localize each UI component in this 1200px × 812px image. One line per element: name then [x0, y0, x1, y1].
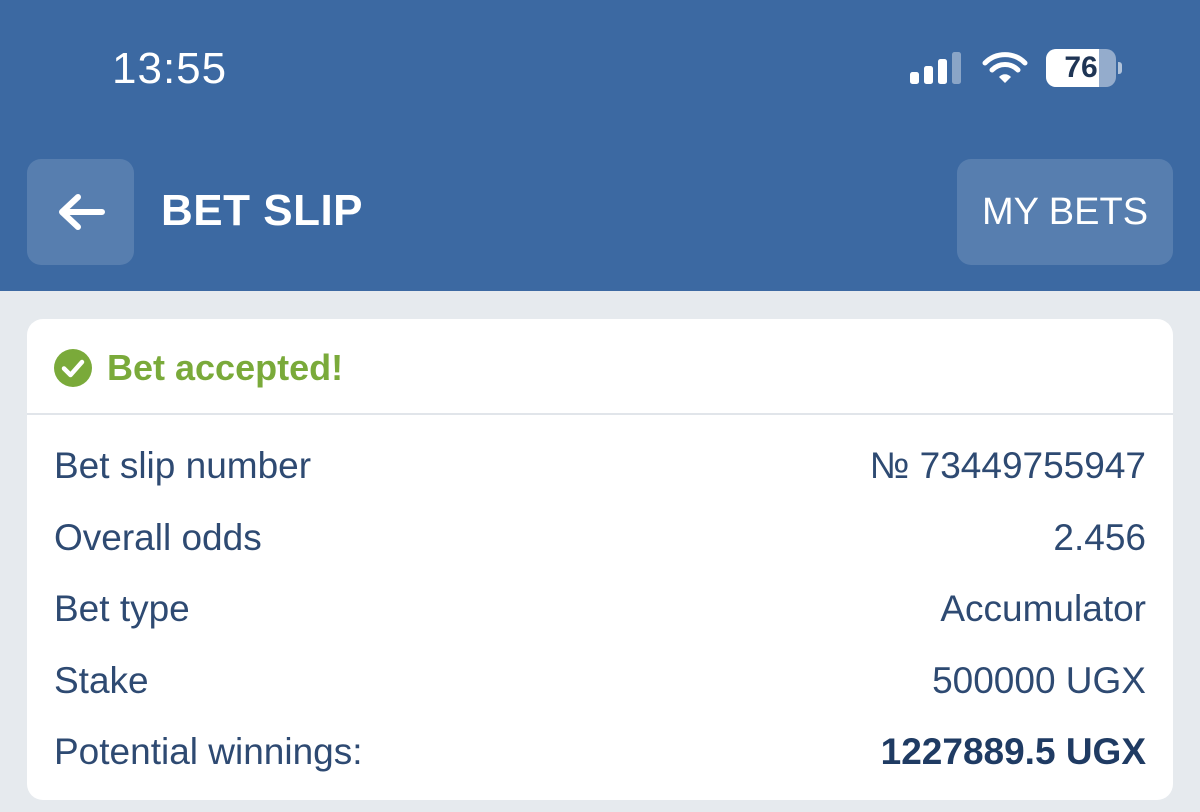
- signal-icon: [910, 52, 961, 84]
- detail-value: Accumulator: [940, 588, 1146, 629]
- bet-details-list: Bet slip number № 73449755947 Overall od…: [27, 431, 1173, 789]
- detail-label: Bet type: [54, 588, 190, 629]
- battery-icon: 76: [1046, 49, 1122, 87]
- detail-row-bet-type: Bet type Accumulator: [27, 574, 1173, 646]
- wifi-icon: [982, 52, 1028, 83]
- detail-label: Overall odds: [54, 516, 262, 558]
- page-title: BET SLIP: [161, 186, 364, 235]
- bet-status-header: Bet accepted!: [27, 319, 1173, 415]
- detail-label: Bet slip number: [54, 445, 312, 486]
- detail-value: 500000 UGX: [932, 659, 1146, 701]
- my-bets-button[interactable]: MY BETS: [957, 159, 1173, 265]
- status-time: 13:55: [112, 44, 228, 93]
- detail-row-stake: Stake 500000 UGX: [27, 646, 1173, 718]
- battery-body: 76: [1046, 49, 1116, 87]
- detail-row-potential-winnings: Potential winnings: 1227889.5 UGX: [27, 717, 1173, 789]
- detail-label: Stake: [54, 659, 149, 701]
- battery-tip: [1118, 62, 1122, 74]
- detail-value: 1227889.5 UGX: [880, 731, 1146, 772]
- detail-row-overall-odds: Overall odds 2.456: [27, 503, 1173, 575]
- bet-status-text: Bet accepted!: [107, 347, 344, 388]
- top-header: 13:55 76 BET SLIP MY BETS: [0, 0, 1200, 291]
- detail-label: Potential winnings:: [54, 731, 363, 772]
- detail-value: № 73449755947: [869, 445, 1146, 486]
- back-button[interactable]: [27, 159, 134, 265]
- battery-level: 76: [1064, 51, 1098, 84]
- detail-row-bet-slip-number: Bet slip number № 73449755947: [27, 431, 1173, 503]
- check-circle-icon: [54, 349, 92, 387]
- detail-value: 2.456: [1053, 516, 1146, 558]
- bet-receipt-card: Bet accepted! Bet slip number № 73449755…: [27, 319, 1173, 800]
- arrow-left-icon: [58, 194, 105, 230]
